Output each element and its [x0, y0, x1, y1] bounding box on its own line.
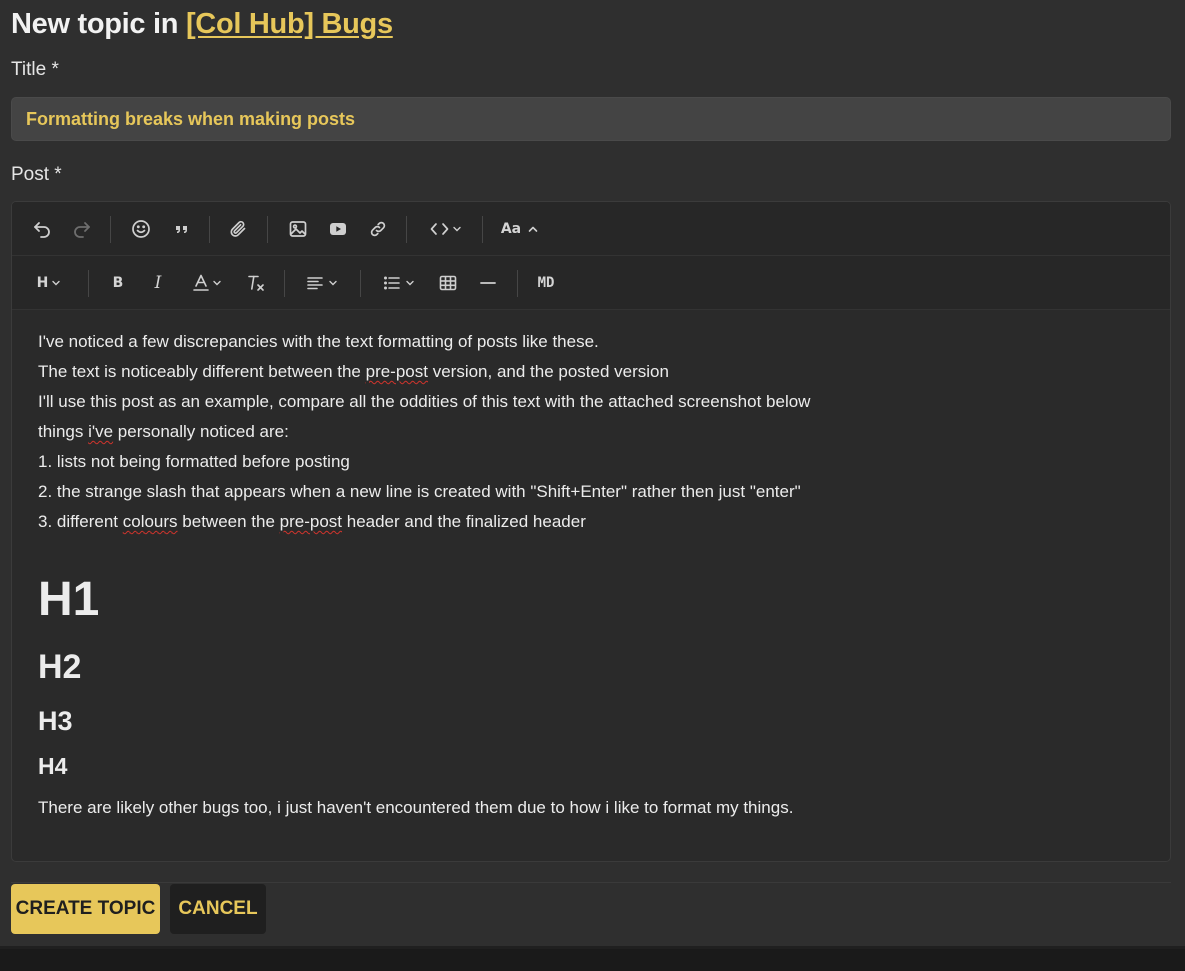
image-icon: [289, 221, 307, 237]
body-line-2: The text is noticeably different between…: [38, 357, 1150, 387]
body-line-1: I've noticed a few discrepancies with th…: [38, 332, 599, 351]
body-line-4: things i've personally noticed are:: [38, 417, 1150, 447]
markdown-icon: MD: [537, 275, 555, 291]
text-segment: version, and the posted version: [427, 362, 669, 381]
font-size-button[interactable]: Aa: [497, 215, 543, 243]
undo-icon: [34, 222, 50, 238]
heading-icon: H: [36, 275, 49, 291]
title-label: Title *: [11, 59, 59, 80]
italic-icon: I: [154, 273, 162, 293]
toolbar-separator: [267, 216, 268, 243]
footer-bar: [0, 946, 1185, 971]
heading-dropdown-button[interactable]: H: [34, 269, 64, 297]
undo-button[interactable]: [28, 215, 56, 243]
quote-button[interactable]: [168, 215, 196, 243]
emoji-icon: [132, 220, 150, 238]
text-segment: 3. different: [38, 512, 123, 531]
misspelled-word[interactable]: pre-post: [280, 512, 342, 531]
body-line-7: 3. different colours between the pre-pos…: [38, 507, 1150, 537]
form-divider: [11, 882, 1171, 883]
body-line-3: I'll use this post as an example, compar…: [38, 392, 811, 411]
misspelled-word[interactable]: pre-post: [366, 362, 428, 381]
insert-table-button[interactable]: [434, 269, 462, 297]
code-dropdown-button[interactable]: [425, 215, 467, 243]
table-icon: [439, 275, 457, 291]
clear-format-button[interactable]: [242, 269, 270, 297]
toolbar-separator: [284, 270, 285, 297]
create-topic-button[interactable]: CREATE TOPIC: [11, 884, 160, 934]
clear-format-icon: [248, 275, 264, 291]
text-segment: The text is noticeably different between…: [38, 362, 366, 381]
toolbar-separator: [482, 216, 483, 243]
chevron-down-icon: [453, 226, 461, 232]
link-icon: [370, 221, 386, 237]
toolbar-separator: [110, 216, 111, 243]
list-dropdown-button[interactable]: [379, 269, 419, 297]
insert-video-button[interactable]: [324, 215, 352, 243]
quote-icon: [176, 226, 187, 233]
body-line-5: 1. lists not being formatted before post…: [38, 452, 350, 471]
heading-4: H4: [38, 753, 68, 779]
toolbar-separator: [88, 270, 89, 297]
body-last-line: There are likely other bugs too, i just …: [38, 798, 794, 817]
font-size-icon: Aa: [500, 221, 522, 237]
horizontal-rule-button[interactable]: [474, 269, 502, 297]
heading-2: H2: [38, 648, 82, 686]
text-segment: things: [38, 422, 89, 441]
misspelled-word[interactable]: colours: [123, 512, 178, 531]
align-dropdown-button[interactable]: [302, 269, 342, 297]
text-segment: personally noticed are:: [113, 422, 289, 441]
insert-image-button[interactable]: [284, 215, 312, 243]
cancel-button[interactable]: CANCEL: [170, 884, 266, 934]
emoji-button[interactable]: [127, 215, 155, 243]
insert-link-button[interactable]: [364, 215, 392, 243]
body-line-6: 2. the strange slash that appears when a…: [38, 482, 801, 501]
redo-icon: [74, 222, 90, 238]
page-title-prefix: New topic in: [11, 8, 186, 40]
heading-1: H1: [38, 573, 100, 626]
chevron-down-icon: [329, 280, 337, 286]
post-label: Post *: [11, 164, 62, 185]
chevron-up-icon: [528, 226, 538, 232]
new-topic-page: New topic in [Col Hub] Bugs Title * Post…: [0, 0, 1185, 946]
align-icon: [307, 277, 323, 290]
text-segment: between the: [177, 512, 280, 531]
chevron-down-icon: [213, 280, 221, 286]
attach-file-button[interactable]: [225, 215, 253, 243]
bold-icon: B: [112, 275, 124, 291]
chevron-down-icon: [406, 280, 414, 286]
list-icon: [383, 276, 400, 290]
code-icon: [430, 223, 449, 235]
redo-button[interactable]: [68, 215, 96, 243]
editor-toolbar-row-2: H B I MD: [12, 256, 1170, 310]
italic-button[interactable]: I: [144, 269, 172, 297]
video-icon: [330, 223, 346, 235]
text-color-dropdown-button[interactable]: [188, 269, 226, 297]
toolbar-separator: [360, 270, 361, 297]
text-segment: header and the finalized header: [342, 512, 586, 531]
bold-button[interactable]: B: [104, 269, 132, 297]
misspelled-word[interactable]: i've: [88, 422, 113, 441]
chevron-down-icon: [52, 280, 61, 286]
title-input[interactable]: [11, 97, 1171, 141]
toolbar-separator: [406, 216, 407, 243]
text-color-icon: [193, 274, 209, 291]
paperclip-icon: [230, 220, 246, 237]
heading-3: H3: [38, 706, 73, 736]
category-link[interactable]: [Col Hub] Bugs: [186, 8, 393, 40]
toolbar-separator: [517, 270, 518, 297]
horizontal-rule-icon: [480, 282, 496, 284]
editor-toolbar-row-1: Aa: [12, 202, 1170, 256]
editor-content[interactable]: I've noticed a few discrepancies with th…: [38, 327, 1150, 817]
markdown-toggle-button[interactable]: MD: [530, 269, 562, 297]
toolbar-separator: [209, 216, 210, 243]
page-title: New topic in [Col Hub] Bugs: [11, 8, 393, 41]
post-editor[interactable]: Aa H B I MD I've noticed a few discrepan…: [11, 201, 1171, 862]
